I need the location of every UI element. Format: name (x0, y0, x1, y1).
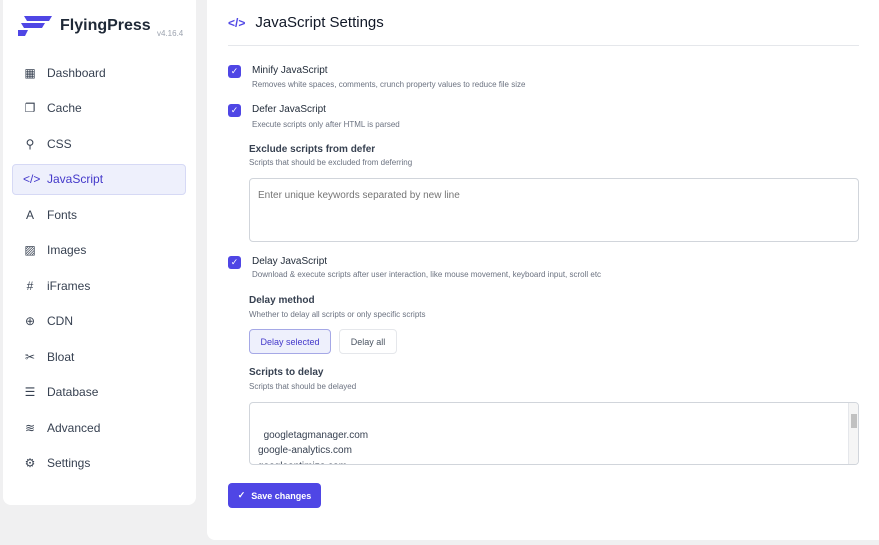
main-panel: </> JavaScript Settings ✓ Minify JavaScr… (207, 0, 879, 540)
scissors-icon: ✂ (24, 349, 36, 364)
sidebar-item-css[interactable]: ⚲ CSS (12, 128, 186, 159)
scripts-to-delay-value: googletagmanager.com google-analytics.co… (258, 429, 369, 465)
exclude-desc: Scripts that should be excluded from def… (249, 158, 413, 167)
delay-method-label: Delay method (249, 295, 315, 306)
globe-icon: ⊕ (24, 314, 36, 328)
check-icon: ✓ (237, 490, 246, 500)
minify-checkbox[interactable]: ✓ (228, 65, 241, 78)
sidebar-nav: ▦ Dashboard ❐ Cache ⚲ CSS </> JavaScript A Fonts ▨… (12, 57, 186, 483)
delay-checkbox[interactable]: ✓ (228, 256, 241, 269)
version-label: v4.16.4 (157, 29, 184, 38)
defer-desc: Execute scripts only after HTML is parse… (252, 120, 400, 129)
sidebar-item-label: CDN (47, 314, 73, 328)
sidebar: FlyingPress v4.16.4 ▦ Dashboard ❐ Cache ⚲ CSS… (3, 0, 196, 505)
delay-desc: Download & execute scripts after user in… (252, 270, 602, 279)
hash-icon: # (26, 278, 34, 293)
scrollbar[interactable] (848, 403, 858, 464)
sidebar-item-javascript[interactable]: </> JavaScript (12, 163, 186, 195)
save-changes-button[interactable]: ✓ Save changes (228, 483, 321, 508)
delay-all-button[interactable]: Delay all (339, 329, 397, 354)
check-icon: ✓ (230, 66, 239, 76)
sidebar-item-label: Images (47, 243, 87, 257)
sidebar-item-settings[interactable]: ⚙ Settings (12, 448, 186, 479)
divider (228, 45, 859, 46)
scripts-to-delay-label: Scripts to delay (249, 367, 324, 378)
minify-desc: Removes white spaces, comments, crunch p… (252, 80, 526, 89)
minify-label: Minify JavaScript (252, 65, 328, 76)
app-name: FlyingPress (60, 17, 151, 34)
sidebar-item-advanced[interactable]: ≋ Advanced (12, 412, 186, 443)
sidebar-item-database[interactable]: ☰ Database (12, 377, 186, 408)
paint-roller-icon: ⚲ (25, 136, 35, 151)
sidebar-item-label: Database (47, 385, 99, 399)
defer-label: Defer JavaScript (252, 104, 326, 115)
sidebar-item-label: Settings (47, 456, 91, 470)
sidebar-item-label: Advanced (47, 420, 101, 435)
sidebar-item-label: CSS (47, 136, 72, 151)
sidebar-item-images[interactable]: ▨ Images (12, 235, 186, 266)
page-title: </> JavaScript Settings (228, 14, 384, 31)
flyingpress-logo-icon (18, 16, 52, 36)
save-label: Save changes (251, 490, 312, 501)
font-icon: A (25, 207, 34, 222)
sidebar-item-cdn[interactable]: ⊕ CDN (12, 306, 186, 337)
scripts-to-delay-desc: Scripts that should be delayed (249, 382, 357, 391)
exclude-label: Exclude scripts from defer (249, 144, 376, 155)
sidebar-item-label: Fonts (47, 207, 78, 222)
gear-icon: ⚙ (24, 456, 36, 470)
delay-method-desc: Whether to delay all scripts or only spe… (249, 310, 426, 319)
sidebar-item-label: iFrames (47, 278, 91, 293)
sidebar-item-label: Bloat (47, 349, 75, 364)
sidebar-item-dashboard[interactable]: ▦ Dashboard (12, 57, 186, 88)
sidebar-item-bloat[interactable]: ✂ Bloat (12, 341, 186, 372)
sidebar-item-label: Cache (47, 101, 82, 115)
defer-checkbox[interactable]: ✓ (228, 104, 241, 117)
sidebar-item-fonts[interactable]: A Fonts (12, 199, 186, 230)
logo: FlyingPress (18, 16, 151, 36)
copy-icon: ❐ (24, 101, 36, 115)
sidebar-item-cache[interactable]: ❐ Cache (12, 93, 186, 124)
sidebar-item-label: JavaScript (47, 172, 104, 186)
code-icon: </> (23, 172, 41, 186)
grid-icon: ▦ (24, 65, 36, 80)
page-title-text: JavaScript Settings (255, 14, 384, 31)
delay-label: Delay JavaScript (252, 256, 328, 267)
check-icon: ✓ (230, 105, 239, 115)
scrollbar-thumb[interactable] (851, 414, 857, 428)
delay-selected-button[interactable]: Delay selected (249, 329, 331, 354)
sidebar-item-iframes[interactable]: # iFrames (12, 270, 186, 301)
sliders-icon: ≋ (24, 420, 36, 435)
exclude-scripts-input[interactable] (249, 178, 859, 242)
code-icon: </> (228, 15, 246, 30)
sidebar-item-label: Dashboard (47, 65, 106, 80)
scripts-to-delay-input[interactable]: googletagmanager.com google-analytics.co… (249, 402, 859, 465)
check-icon: ✓ (230, 257, 239, 267)
image-icon: ▨ (24, 243, 36, 257)
database-icon: ☰ (24, 385, 36, 399)
